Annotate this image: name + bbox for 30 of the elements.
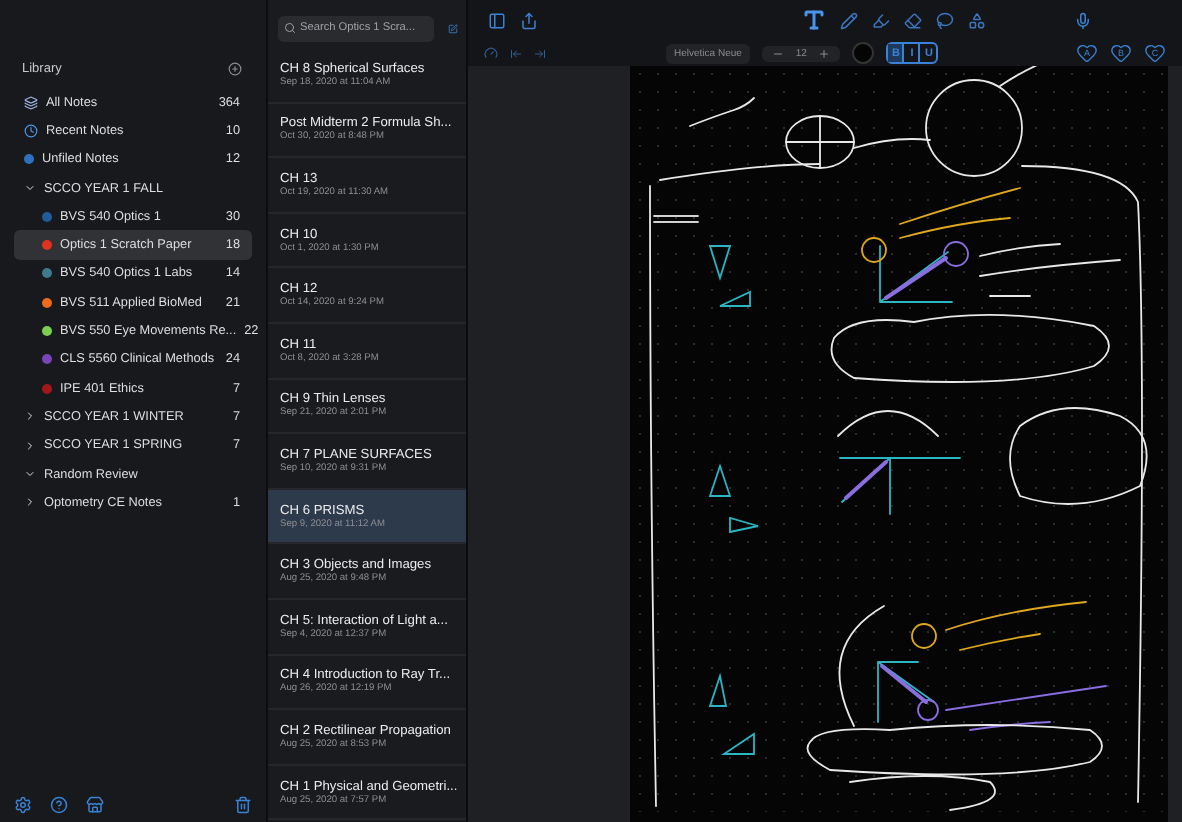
share-icon[interactable] (520, 11, 538, 30)
highlighter-tool-icon[interactable] (872, 11, 890, 30)
pen-tool-icon[interactable] (840, 11, 858, 30)
settings-icon[interactable] (14, 796, 32, 814)
microphone-icon[interactable] (1074, 11, 1092, 30)
plus-icon[interactable] (818, 47, 831, 60)
gauge-icon[interactable] (484, 46, 498, 61)
lasso-tool-icon[interactable] (936, 11, 954, 30)
compose-icon[interactable] (448, 19, 458, 37)
minus-icon[interactable] (771, 47, 784, 60)
stack-icon (24, 95, 38, 110)
add-icon[interactable] (228, 61, 242, 75)
expanded-caret-icon[interactable] (24, 468, 36, 480)
help-icon[interactable] (50, 796, 68, 814)
dot-icon (24, 154, 34, 165)
collapsed-caret-icon[interactable] (24, 496, 36, 509)
collapsed-caret-icon[interactable] (24, 439, 36, 452)
store-icon[interactable] (86, 796, 104, 814)
trash-icon[interactable] (234, 796, 252, 814)
search-icon (284, 22, 296, 34)
collapsed-caret-icon[interactable] (24, 410, 36, 423)
clock-icon (24, 123, 38, 138)
eraser-tool-icon[interactable] (904, 11, 922, 30)
indent-right-icon[interactable] (534, 47, 546, 60)
expanded-caret-icon[interactable] (24, 182, 36, 195)
indent-left-icon[interactable] (510, 47, 522, 60)
shapes-tool-icon[interactable] (968, 11, 986, 30)
sidebar-toggle-icon[interactable] (488, 11, 506, 30)
text-tool-icon[interactable] (802, 8, 826, 33)
color-swatch[interactable] (852, 42, 875, 65)
